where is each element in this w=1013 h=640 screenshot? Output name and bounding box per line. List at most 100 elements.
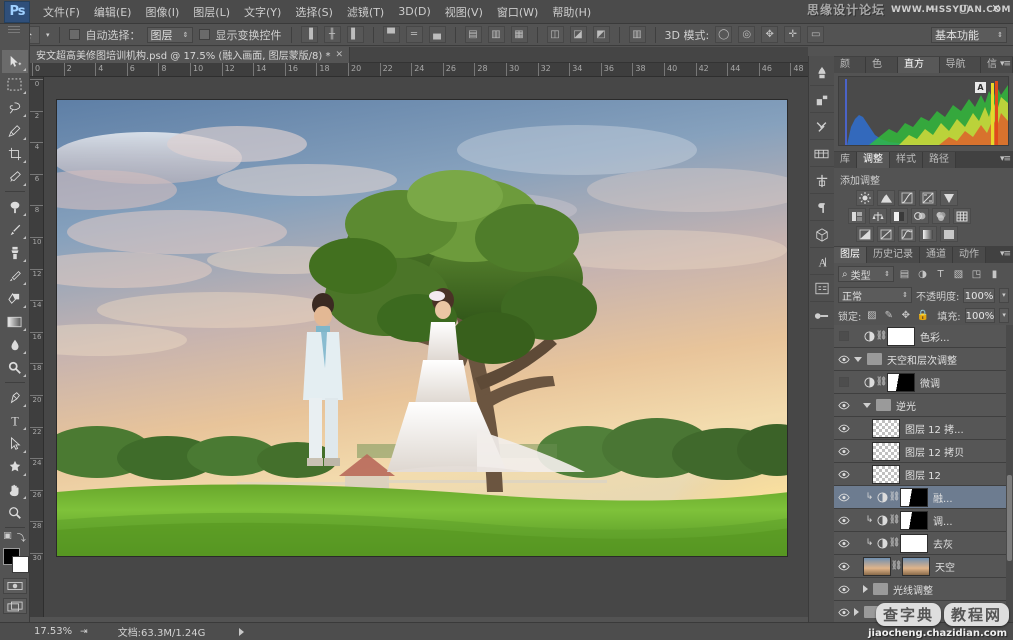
- tool-flyout-indicator[interactable]: [22, 374, 26, 377]
- layer-row[interactable]: ⛓ 色彩...: [834, 325, 1013, 348]
- status-expand-icon[interactable]: [239, 627, 245, 636]
- chevron-right-icon[interactable]: [863, 585, 868, 593]
- menu-item-3[interactable]: 图层(L): [186, 1, 237, 23]
- layer-row-body[interactable]: 图层 12 拷贝: [854, 441, 1013, 461]
- menu-item-7[interactable]: 3D(D): [391, 2, 438, 21]
- channel-mixer-icon[interactable]: [932, 208, 950, 224]
- tab-histogram_panel-1[interactable]: 色板: [866, 57, 898, 86]
- align-left-edges-icon[interactable]: ▐: [300, 26, 318, 43]
- tool-flyout-indicator[interactable]: [22, 183, 26, 186]
- layer-row[interactable]: ↳ ⛓ 融...: [834, 486, 1013, 509]
- crop-tool[interactable]: [2, 142, 28, 165]
- paragraph-icon[interactable]: [809, 195, 834, 221]
- document-image[interactable]: [56, 99, 788, 557]
- type-tool[interactable]: T: [2, 409, 28, 432]
- layer-row-body[interactable]: 光线调整: [854, 582, 1013, 597]
- layer-thumbnail[interactable]: [872, 441, 900, 461]
- document-tab[interactable]: 安文超高美修图培训机构.psd @ 17.5% (融入画面, 图层蒙版/8) *…: [30, 46, 351, 63]
- layer-row[interactable]: 图层 12 拷...: [834, 417, 1013, 440]
- layer-name[interactable]: 图层 12 拷贝: [900, 444, 964, 459]
- tool-flyout-indicator[interactable]: [22, 328, 26, 331]
- tool-flyout-indicator[interactable]: [22, 427, 26, 430]
- layer-name[interactable]: 微调: [915, 375, 940, 390]
- chevron-right-icon[interactable]: [854, 608, 859, 616]
- layer-thumbnail[interactable]: [872, 418, 900, 438]
- layer-name[interactable]: 天空: [930, 559, 955, 574]
- layer-name[interactable]: 天空和层次调整: [882, 352, 957, 367]
- marquee-tool[interactable]: [2, 73, 28, 96]
- layer-row[interactable]: 光线调整: [834, 578, 1013, 601]
- chevron-down-icon[interactable]: [854, 356, 862, 362]
- align-horizontal-centers-icon[interactable]: ╫: [323, 26, 341, 43]
- tab-layers_panel-2[interactable]: 通道: [920, 247, 953, 263]
- mask-link-icon[interactable]: ⛓: [889, 511, 900, 530]
- layer-thumbnail[interactable]: [872, 464, 900, 484]
- dodge-tool[interactable]: [2, 356, 28, 379]
- tab-layers_panel-1[interactable]: 历史记录: [867, 247, 920, 263]
- window-controls[interactable]: — ▢ ✕: [921, 2, 1007, 15]
- layer-row[interactable]: 天空和层次调整: [834, 348, 1013, 371]
- layer-row[interactable]: ↳ ⛓ 去灰: [834, 532, 1013, 555]
- tool-flyout-indicator[interactable]: [22, 160, 26, 163]
- tool-preset-caret-icon[interactable]: ▾: [46, 31, 50, 39]
- three-d-scale-icon[interactable]: ▭: [807, 26, 825, 43]
- distribute-right-icon[interactable]: ◩: [592, 26, 610, 43]
- layer-row-body[interactable]: 天空和层次调整: [854, 352, 1013, 367]
- tool-flyout-indicator[interactable]: [22, 450, 26, 453]
- gradient-tool[interactable]: [2, 310, 28, 333]
- color-swatches[interactable]: [1, 548, 29, 574]
- measurement-icon[interactable]: [809, 168, 834, 194]
- layer-filter-type-dropdown[interactable]: ⌕ 类型 ⇕: [838, 266, 894, 282]
- tab-adjustments_panel-3[interactable]: 路径: [923, 152, 956, 168]
- menu-item-6[interactable]: 滤镜(T): [340, 1, 391, 23]
- filter-pixel-icon[interactable]: ▤: [897, 266, 912, 282]
- layer-row-body[interactable]: ⛓ 色彩...: [854, 326, 1013, 346]
- three-d-roll-icon[interactable]: ◎: [738, 26, 756, 43]
- tool-flyout-indicator[interactable]: [22, 259, 26, 262]
- three-d-slide-icon[interactable]: ✛: [784, 26, 802, 43]
- layer-name[interactable]: 光线调整: [888, 582, 933, 597]
- workspace-selector[interactable]: 基本功能 ⇕: [931, 27, 1007, 43]
- healing-brush-tool[interactable]: [2, 195, 28, 218]
- lasso-tool[interactable]: [2, 96, 28, 119]
- tool-flyout-indicator[interactable]: [22, 236, 26, 239]
- photo-filter-icon[interactable]: [911, 208, 929, 224]
- layer-visibility-eye-icon[interactable]: [834, 463, 854, 486]
- edit-toolbar-icon[interactable]: ▣: [3, 531, 12, 544]
- layer-visibility-eye-icon[interactable]: [834, 348, 854, 371]
- tool-flyout-indicator[interactable]: [22, 282, 26, 285]
- layer-thumbnail[interactable]: [902, 556, 930, 576]
- layer-row[interactable]: 图层 12 拷贝: [834, 440, 1013, 463]
- color-lookup-icon[interactable]: [953, 208, 971, 224]
- mask-link-icon[interactable]: ⛓: [889, 488, 900, 507]
- filter-smart-object-icon[interactable]: ◳: [969, 266, 984, 282]
- layer-visibility-eye-icon[interactable]: [834, 325, 854, 348]
- panel-menu-icon[interactable]: ▾≡: [1000, 249, 1011, 259]
- quick-mask-toggle[interactable]: [2, 578, 27, 594]
- layer-row[interactable]: 图层 12: [834, 463, 1013, 486]
- align-right-edges-icon[interactable]: ▌: [346, 26, 364, 43]
- blur-tool[interactable]: [2, 333, 28, 356]
- mask-link-icon[interactable]: ⛓: [889, 534, 900, 553]
- layer-visibility-eye-icon[interactable]: [834, 601, 854, 624]
- threshold-icon[interactable]: [898, 226, 916, 242]
- layer-name[interactable]: 色彩...: [915, 329, 950, 344]
- layer-name[interactable]: 图层 12 拷...: [900, 421, 964, 436]
- three-d-rotate-icon[interactable]: ◯: [715, 26, 733, 43]
- layer-row-body[interactable]: 图层 12 拷...: [854, 418, 1013, 438]
- clone-source-icon[interactable]: [809, 87, 834, 113]
- layer-row[interactable]: 逆光: [834, 394, 1013, 417]
- character-icon[interactable]: A: [809, 249, 834, 275]
- color-balance-icon[interactable]: [869, 208, 887, 224]
- panel-menu-icon[interactable]: ▾≡: [1000, 59, 1011, 69]
- pen-tool[interactable]: [2, 386, 28, 409]
- lock-position-icon[interactable]: ✥: [899, 307, 912, 323]
- align-top-edges-icon[interactable]: ▀: [382, 26, 400, 43]
- tab-adjustments_panel-1[interactable]: 调整: [857, 152, 890, 168]
- layer-row[interactable]: ↳ ⛓ 调...: [834, 509, 1013, 532]
- chevron-down-icon[interactable]: [863, 402, 871, 408]
- tool-flyout-indicator[interactable]: [22, 351, 26, 354]
- lock-transparent-pixels-icon[interactable]: ▨: [865, 307, 878, 323]
- align-vertical-centers-icon[interactable]: ═: [405, 26, 423, 43]
- filter-shape-icon[interactable]: ▧: [951, 266, 966, 282]
